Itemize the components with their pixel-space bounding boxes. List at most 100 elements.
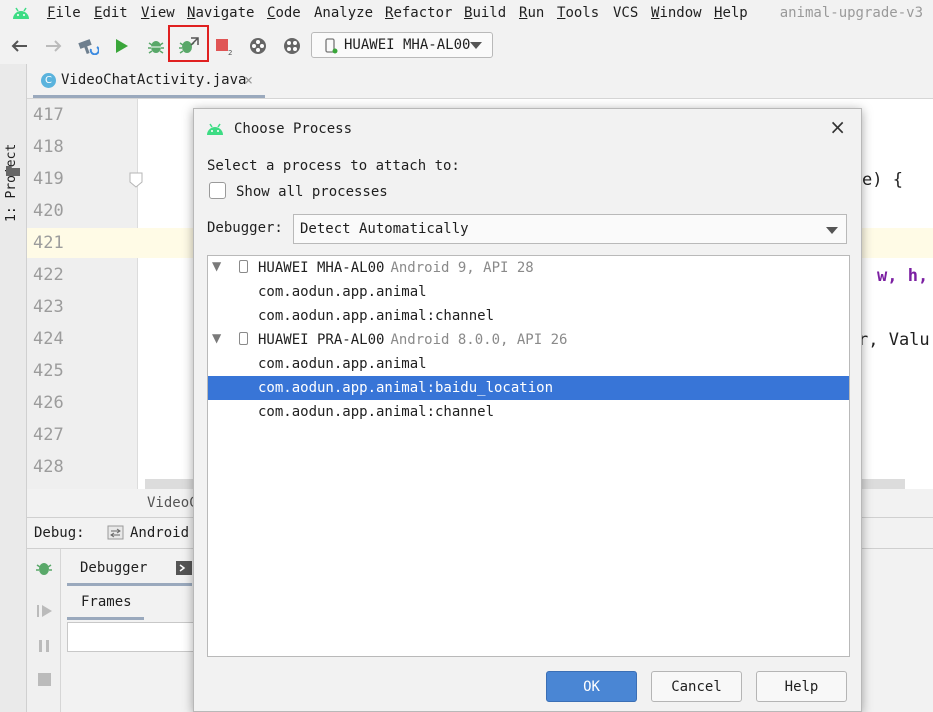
menu-code[interactable]: Code: [267, 5, 301, 21]
console-icon[interactable]: [176, 561, 192, 579]
line-number: 423: [33, 297, 64, 317]
show-all-processes-checkbox[interactable]: [209, 182, 226, 199]
android-logo-icon: [206, 122, 224, 140]
dialog-prompt: Select a process to attach to:: [207, 158, 460, 174]
process-name: com.aodun.app.animal:channel: [258, 404, 495, 420]
close-icon[interactable]: ×: [829, 115, 846, 139]
cancel-button[interactable]: Cancel: [651, 671, 742, 702]
tab-frames[interactable]: Frames: [67, 589, 144, 620]
config-icon: [107, 525, 125, 545]
debug-toolstrip: [27, 549, 61, 712]
code-fragment: e) {: [862, 170, 903, 190]
project-tool-button[interactable]: 1: Project: [4, 144, 19, 222]
process-row[interactable]: com.aodun.app.animal: [208, 352, 849, 376]
device-node[interactable]: ▼ HUAWEI PRA-AL00 Android 8.0.0, API 26: [208, 328, 849, 352]
debug-icon[interactable]: [144, 34, 168, 58]
menu-vcs[interactable]: VCS: [613, 5, 638, 21]
debugger-tab-label: Debugger: [80, 560, 148, 576]
left-tool-strip: 1: Project: [0, 64, 27, 712]
menu-build[interactable]: Build: [464, 5, 506, 21]
frames-tab-label: Frames: [81, 594, 132, 610]
line-number: 418: [33, 137, 64, 157]
device-name: HUAWEI MHA-AL00: [258, 260, 385, 276]
line-number: 422: [33, 265, 64, 285]
project-title: animal-upgrade-v3: [779, 5, 923, 21]
process-name: com.aodun.app.animal: [258, 356, 427, 372]
line-number: 419: [33, 169, 64, 189]
close-tab-icon[interactable]: ×: [244, 71, 253, 89]
help-button[interactable]: Help: [756, 671, 847, 702]
resume-icon[interactable]: [37, 604, 53, 622]
device-name: HUAWEI PRA-AL00: [258, 332, 385, 348]
debugger-select-value: Detect Automatically: [300, 221, 469, 237]
folder-icon: [6, 164, 20, 180]
process-row-selected[interactable]: com.aodun.app.animal:baidu_location: [208, 376, 849, 400]
debug-label: Debug:: [34, 525, 85, 541]
frames-thread-select[interactable]: [67, 622, 207, 652]
sync-icon[interactable]: [246, 34, 270, 58]
code-fragment: r, Valu: [858, 330, 930, 350]
hammer-build-icon[interactable]: [76, 34, 100, 58]
toolbar: 2 HUAWEI MHA-AL00: [0, 28, 933, 65]
sdk-icon[interactable]: [280, 34, 304, 58]
collapse-triangle-icon[interactable]: ▼: [212, 259, 221, 273]
device-version: Android 8.0.0, API 26: [390, 332, 568, 348]
line-number: 420: [33, 201, 64, 221]
menu-help[interactable]: Help: [714, 5, 748, 21]
line-number: 421: [33, 233, 64, 253]
forward-icon[interactable]: [42, 34, 66, 58]
debugger-label: Debugger:: [207, 220, 283, 236]
process-name: com.aodun.app.animal:channel: [258, 308, 495, 324]
android-logo-icon: [12, 6, 30, 24]
tab-videochatactivity[interactable]: C VideoChatActivity.java ×: [33, 64, 265, 98]
process-row[interactable]: com.aodun.app.animal:channel: [208, 400, 849, 424]
tab-label: VideoChatActivity.java: [61, 72, 247, 88]
highlight-box: [168, 25, 209, 62]
menu-view[interactable]: View: [141, 5, 175, 21]
tab-debugger[interactable]: Debugger: [67, 555, 192, 586]
menu-refactor[interactable]: Refactor: [385, 5, 452, 21]
java-class-icon: C: [41, 73, 56, 88]
dialog-title: Choose Process: [234, 121, 353, 137]
show-all-processes-label[interactable]: Show all processes: [236, 184, 388, 200]
menu-navigate[interactable]: Navigate: [187, 5, 254, 21]
svg-text:2: 2: [228, 49, 232, 56]
ok-button[interactable]: OK: [546, 671, 637, 702]
device-selector-label: HUAWEI MHA-AL00: [344, 37, 471, 53]
fold-marker-icon[interactable]: [129, 172, 143, 192]
menu-window[interactable]: Window: [651, 5, 702, 21]
process-row[interactable]: com.aodun.app.animal:channel: [208, 304, 849, 328]
device-node[interactable]: ▼ HUAWEI MHA-AL00 Android 9, API 28: [208, 256, 849, 280]
menu-edit[interactable]: Edit: [94, 5, 128, 21]
phone-icon: [239, 260, 248, 273]
device-selector[interactable]: HUAWEI MHA-AL00: [311, 32, 493, 58]
process-row[interactable]: com.aodun.app.animal: [208, 280, 849, 304]
menu-run[interactable]: Run: [519, 5, 544, 21]
process-tree[interactable]: ▼ HUAWEI MHA-AL00 Android 9, API 28 com.a…: [207, 255, 850, 657]
stop-icon[interactable]: 2: [212, 34, 236, 58]
collapse-triangle-icon[interactable]: ▼: [212, 331, 221, 345]
line-number: 427: [33, 425, 64, 445]
line-number: 424: [33, 329, 64, 349]
debug-bug-icon: [35, 559, 53, 581]
chevron-down-icon: [826, 227, 838, 234]
stop-debug-icon[interactable]: [38, 673, 51, 690]
line-number: 425: [33, 361, 64, 381]
run-icon[interactable]: [110, 34, 134, 58]
debugger-select[interactable]: Detect Automatically: [293, 214, 847, 244]
pause-icon[interactable]: [38, 639, 50, 657]
menu-tools[interactable]: Tools: [557, 5, 599, 21]
debug-config-tab[interactable]: Android: [130, 525, 189, 541]
process-name: com.aodun.app.animal:baidu_location: [258, 380, 554, 396]
choose-process-dialog: Choose Process × Select a process to att…: [193, 108, 862, 712]
line-number: 417: [33, 105, 64, 125]
menu-analyze[interactable]: Analyze: [314, 5, 373, 21]
menu-file[interactable]: File: [47, 5, 81, 21]
back-icon[interactable]: [7, 34, 31, 58]
menu-bar: File Edit View Navigate Code Analyze Ref…: [0, 0, 933, 28]
chevron-down-icon: [470, 42, 482, 49]
line-number: 428: [33, 457, 64, 477]
breadcrumb[interactable]: VideoC: [147, 495, 198, 511]
code-fragment: w, h,: [877, 266, 929, 286]
phone-icon: [239, 332, 248, 345]
